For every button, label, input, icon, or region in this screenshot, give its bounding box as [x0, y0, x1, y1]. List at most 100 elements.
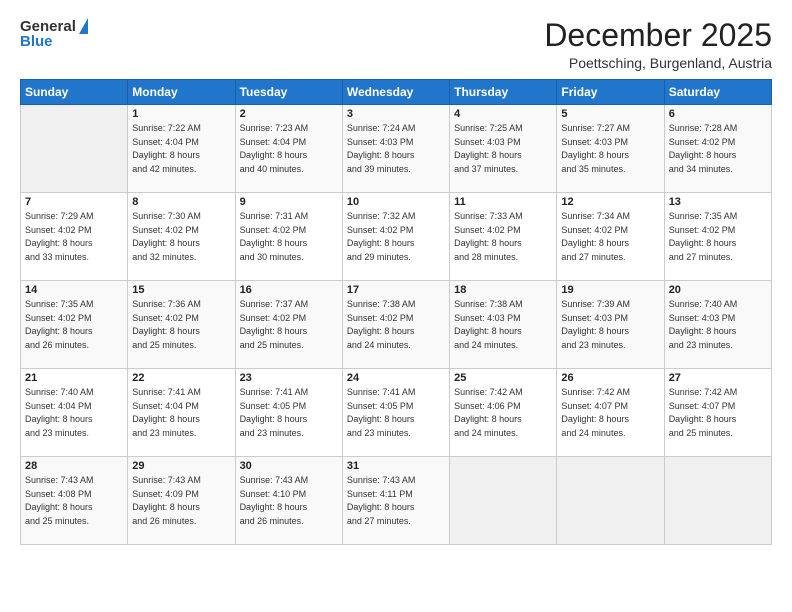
- day-number: 15: [132, 284, 230, 296]
- calendar-cell: 24Sunrise: 7:41 AMSunset: 4:05 PMDayligh…: [342, 369, 449, 457]
- calendar-cell: 13Sunrise: 7:35 AMSunset: 4:02 PMDayligh…: [664, 193, 771, 281]
- calendar-cell: 6Sunrise: 7:28 AMSunset: 4:02 PMDaylight…: [664, 105, 771, 193]
- col-monday: Monday: [128, 80, 235, 105]
- day-info: Sunrise: 7:32 AMSunset: 4:02 PMDaylight:…: [347, 210, 445, 264]
- day-number: 26: [561, 372, 659, 384]
- day-number: 7: [25, 196, 123, 208]
- day-info: Sunrise: 7:25 AMSunset: 4:03 PMDaylight:…: [454, 122, 552, 176]
- calendar-cell: [21, 105, 128, 193]
- day-number: 12: [561, 196, 659, 208]
- calendar-cell: [557, 457, 664, 545]
- col-friday: Friday: [557, 80, 664, 105]
- calendar-week-row: 14Sunrise: 7:35 AMSunset: 4:02 PMDayligh…: [21, 281, 772, 369]
- col-tuesday: Tuesday: [235, 80, 342, 105]
- calendar-cell: 30 Sunrise: 7:43 AMSunset: 4:10 PMDayligh…: [235, 457, 342, 545]
- calendar-cell: 28 Sunrise: 7:43 AMSunset: 4:08 PMDayligh…: [21, 457, 128, 545]
- calendar-cell: 11Sunrise: 7:33 AMSunset: 4:02 PMDayligh…: [450, 193, 557, 281]
- calendar-cell: 14Sunrise: 7:35 AMSunset: 4:02 PMDayligh…: [21, 281, 128, 369]
- day-info: Sunrise: 7:43 AMSunset: 4:11 PMDaylight:…: [347, 474, 445, 528]
- calendar-cell: 16 Sunrise: 7:37 AMSunset: 4:02 PMDayligh…: [235, 281, 342, 369]
- calendar-cell: 19Sunrise: 7:39 AMSunset: 4:03 PMDayligh…: [557, 281, 664, 369]
- calendar-cell: 15 Sunrise: 7:36 AMSunset: 4:02 PMDayligh…: [128, 281, 235, 369]
- day-info: Sunrise: 7:34 AMSunset: 4:02 PMDaylight:…: [561, 210, 659, 264]
- calendar: Sunday Monday Tuesday Wednesday Thursday…: [20, 79, 772, 545]
- calendar-cell: 26 Sunrise: 7:42 AMSunset: 4:07 PMDayligh…: [557, 369, 664, 457]
- day-info: Sunrise: 7:43 AMSunset: 4:09 PMDaylight:…: [132, 474, 230, 528]
- calendar-cell: 7Sunrise: 7:29 AMSunset: 4:02 PMDaylight…: [21, 193, 128, 281]
- day-number: 8: [132, 196, 230, 208]
- day-number: 11: [454, 196, 552, 208]
- day-info: Sunrise: 7:38 AMSunset: 4:03 PMDaylight:…: [454, 298, 552, 352]
- col-wednesday: Wednesday: [342, 80, 449, 105]
- day-info: Sunrise: 7:37 AMSunset: 4:02 PMDaylight:…: [240, 298, 338, 352]
- day-info: Sunrise: 7:36 AMSunset: 4:02 PMDaylight:…: [132, 298, 230, 352]
- day-number: 14: [25, 284, 123, 296]
- day-number: 5: [561, 108, 659, 120]
- day-number: 3: [347, 108, 445, 120]
- day-info: Sunrise: 7:41 AMSunset: 4:05 PMDaylight:…: [240, 386, 338, 440]
- day-info: Sunrise: 7:43 AMSunset: 4:08 PMDaylight:…: [25, 474, 123, 528]
- calendar-week-row: 7Sunrise: 7:29 AMSunset: 4:02 PMDaylight…: [21, 193, 772, 281]
- month-title: December 2025: [544, 18, 772, 53]
- page: General Blue December 2025 Poettsching, …: [0, 0, 792, 612]
- day-number: 20: [669, 284, 767, 296]
- logo: General Blue: [20, 18, 88, 50]
- calendar-cell: 10 Sunrise: 7:32 AMSunset: 4:02 PMDayligh…: [342, 193, 449, 281]
- calendar-cell: [664, 457, 771, 545]
- subtitle: Poettsching, Burgenland, Austria: [544, 55, 772, 71]
- day-info: Sunrise: 7:42 AMSunset: 4:07 PMDaylight:…: [669, 386, 767, 440]
- col-sunday: Sunday: [21, 80, 128, 105]
- calendar-cell: 29Sunrise: 7:43 AMSunset: 4:09 PMDayligh…: [128, 457, 235, 545]
- day-number: 17: [347, 284, 445, 296]
- calendar-cell: 3 Sunrise: 7:24 AMSunset: 4:03 PMDaylight…: [342, 105, 449, 193]
- day-info: Sunrise: 7:42 AMSunset: 4:07 PMDaylight:…: [561, 386, 659, 440]
- logo-blue: Blue: [20, 33, 53, 50]
- calendar-week-row: 28 Sunrise: 7:43 AMSunset: 4:08 PMDayligh…: [21, 457, 772, 545]
- day-info: Sunrise: 7:31 AMSunset: 4:02 PMDaylight:…: [240, 210, 338, 264]
- calendar-cell: 1 Sunrise: 7:22 AMSunset: 4:04 PMDaylight…: [128, 105, 235, 193]
- day-info: Sunrise: 7:40 AMSunset: 4:04 PMDaylight:…: [25, 386, 123, 440]
- day-number: 28: [25, 460, 123, 472]
- day-number: 21: [25, 372, 123, 384]
- day-info: Sunrise: 7:38 AMSunset: 4:02 PMDaylight:…: [347, 298, 445, 352]
- day-number: 31: [347, 460, 445, 472]
- day-number: 30: [240, 460, 338, 472]
- day-info: Sunrise: 7:24 AMSunset: 4:03 PMDaylight:…: [347, 122, 445, 176]
- day-number: 18: [454, 284, 552, 296]
- day-number: 25: [454, 372, 552, 384]
- calendar-cell: 21 Sunrise: 7:40 AMSunset: 4:04 PMDayligh…: [21, 369, 128, 457]
- calendar-week-row: 1 Sunrise: 7:22 AMSunset: 4:04 PMDaylight…: [21, 105, 772, 193]
- day-info: Sunrise: 7:23 AMSunset: 4:04 PMDaylight:…: [240, 122, 338, 176]
- calendar-header-row: Sunday Monday Tuesday Wednesday Thursday…: [21, 80, 772, 105]
- calendar-cell: 22Sunrise: 7:41 AMSunset: 4:04 PMDayligh…: [128, 369, 235, 457]
- day-number: 9: [240, 196, 338, 208]
- day-number: 10: [347, 196, 445, 208]
- day-number: 16: [240, 284, 338, 296]
- calendar-cell: 12 Sunrise: 7:34 AMSunset: 4:02 PMDayligh…: [557, 193, 664, 281]
- day-info: Sunrise: 7:27 AMSunset: 4:03 PMDaylight:…: [561, 122, 659, 176]
- day-number: 2: [240, 108, 338, 120]
- day-info: Sunrise: 7:35 AMSunset: 4:02 PMDaylight:…: [669, 210, 767, 264]
- day-info: Sunrise: 7:41 AMSunset: 4:04 PMDaylight:…: [132, 386, 230, 440]
- day-info: Sunrise: 7:43 AMSunset: 4:10 PMDaylight:…: [240, 474, 338, 528]
- day-info: Sunrise: 7:42 AMSunset: 4:06 PMDaylight:…: [454, 386, 552, 440]
- day-number: 24: [347, 372, 445, 384]
- header: General Blue December 2025 Poettsching, …: [20, 18, 772, 71]
- calendar-cell: 4 Sunrise: 7:25 AMSunset: 4:03 PMDaylight…: [450, 105, 557, 193]
- calendar-cell: 17 Sunrise: 7:38 AMSunset: 4:02 PMDayligh…: [342, 281, 449, 369]
- day-number: 27: [669, 372, 767, 384]
- calendar-cell: 8 Sunrise: 7:30 AMSunset: 4:02 PMDaylight…: [128, 193, 235, 281]
- logo-triangle-icon: [79, 18, 88, 34]
- day-info: Sunrise: 7:22 AMSunset: 4:04 PMDaylight:…: [132, 122, 230, 176]
- calendar-cell: 27 Sunrise: 7:42 AMSunset: 4:07 PMDayligh…: [664, 369, 771, 457]
- calendar-cell: 31 Sunrise: 7:43 AMSunset: 4:11 PMDayligh…: [342, 457, 449, 545]
- calendar-cell: 9 Sunrise: 7:31 AMSunset: 4:02 PMDaylight…: [235, 193, 342, 281]
- calendar-week-row: 21 Sunrise: 7:40 AMSunset: 4:04 PMDayligh…: [21, 369, 772, 457]
- calendar-cell: 18 Sunrise: 7:38 AMSunset: 4:03 PMDayligh…: [450, 281, 557, 369]
- day-number: 23: [240, 372, 338, 384]
- day-info: Sunrise: 7:28 AMSunset: 4:02 PMDaylight:…: [669, 122, 767, 176]
- day-number: 1: [132, 108, 230, 120]
- title-block: December 2025 Poettsching, Burgenland, A…: [544, 18, 772, 71]
- day-number: 4: [454, 108, 552, 120]
- day-info: Sunrise: 7:30 AMSunset: 4:02 PMDaylight:…: [132, 210, 230, 264]
